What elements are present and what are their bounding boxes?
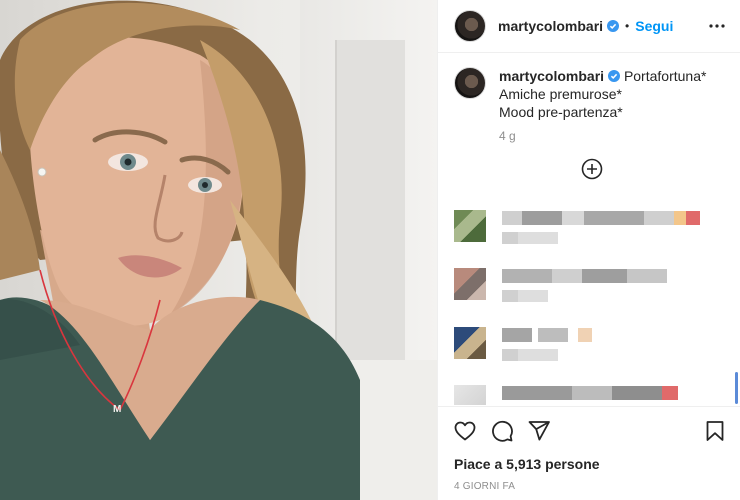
- bookmark-icon[interactable]: [703, 419, 727, 443]
- list-item[interactable]: [454, 210, 734, 250]
- comment-text: [502, 328, 592, 342]
- verified-badge-icon: [608, 70, 621, 82]
- comment-avatar[interactable]: [454, 327, 486, 359]
- comment-text: [502, 211, 700, 225]
- heart-icon[interactable]: [453, 419, 477, 443]
- more-options-icon[interactable]: [705, 14, 729, 38]
- caption-avatar[interactable]: [454, 67, 486, 99]
- paper-plane-icon[interactable]: [527, 419, 551, 443]
- comment-meta: [502, 349, 558, 361]
- comment-avatar[interactable]: [454, 268, 486, 300]
- caption-timestamp[interactable]: 4 g: [499, 129, 734, 143]
- caption-username[interactable]: martycolombari: [499, 68, 604, 84]
- list-item[interactable]: [454, 385, 734, 405]
- selfie-illustration: [0, 0, 360, 500]
- verified-badge-icon: [607, 20, 620, 32]
- pendant-letter: M: [113, 404, 122, 415]
- post-caption: martycolombari Portafortuna* Amiche prem…: [454, 67, 734, 143]
- post-side-panel: martycolombari • Segui martycolombari Po…: [437, 0, 740, 500]
- post-photo[interactable]: M: [0, 0, 437, 500]
- caption-line-3: Mood pre-partenza*: [499, 104, 623, 120]
- username-link[interactable]: martycolombari: [498, 18, 603, 34]
- comments-scrollbar[interactable]: [735, 372, 738, 404]
- comment-avatar[interactable]: [454, 210, 486, 242]
- post-actions: [438, 406, 740, 454]
- comment-text: [502, 386, 678, 400]
- comment-avatar[interactable]: [454, 385, 486, 405]
- add-comment-plus-icon[interactable]: [581, 158, 603, 180]
- post-header: martycolombari • Segui: [438, 0, 740, 53]
- caption-line-2: Amiche premurose*: [499, 86, 622, 102]
- comment-meta: [502, 232, 558, 244]
- likes-count[interactable]: Piace a 5,913 persone: [454, 456, 600, 472]
- comment-text: [502, 269, 667, 283]
- post-date[interactable]: 4 GIORNI FA: [454, 481, 515, 492]
- separator-dot: •: [625, 19, 630, 33]
- avatar[interactable]: [454, 10, 486, 42]
- comment-meta: [502, 290, 548, 302]
- list-item[interactable]: [454, 268, 734, 308]
- comment-bubble-icon[interactable]: [490, 419, 514, 443]
- list-item[interactable]: [454, 327, 734, 367]
- caption-text: martycolombari Portafortuna* Amiche prem…: [499, 67, 734, 121]
- caption-line-1: Portafortuna*: [623, 68, 707, 84]
- follow-button[interactable]: Segui: [635, 18, 673, 34]
